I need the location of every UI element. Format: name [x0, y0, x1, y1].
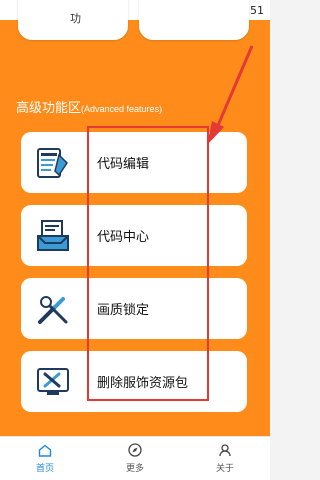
user-icon — [218, 443, 232, 459]
nav-label: 关于 — [215, 463, 234, 473]
nav-item-about[interactable]: 关于 — [180, 437, 270, 480]
bottom-nav: 首页 更多 关于 — [0, 436, 270, 480]
compass-icon — [128, 443, 142, 459]
delete-resource-icon — [21, 351, 85, 412]
advanced-subtitle: (Advanced features) — [81, 104, 163, 114]
advanced-title: 高级功能区(Advanced features) — [16, 97, 162, 116]
top-card-left[interactable]: 功 — [18, 0, 128, 40]
top-card-label: 功 — [70, 13, 81, 25]
quality-lock-icon — [21, 278, 85, 339]
code-center-icon — [21, 205, 85, 266]
nav-item-more[interactable]: 更多 — [90, 437, 180, 480]
home-icon — [38, 444, 52, 459]
nav-label: 首页 — [35, 462, 54, 473]
advanced-title-text: 高级功能区 — [16, 100, 82, 115]
nav-label: 更多 — [125, 463, 144, 473]
annotation-highlight-box — [87, 126, 209, 401]
nav-item-home[interactable]: 首页 — [0, 437, 90, 480]
code-edit-icon — [21, 132, 85, 193]
top-card-right[interactable] — [139, 0, 249, 40]
